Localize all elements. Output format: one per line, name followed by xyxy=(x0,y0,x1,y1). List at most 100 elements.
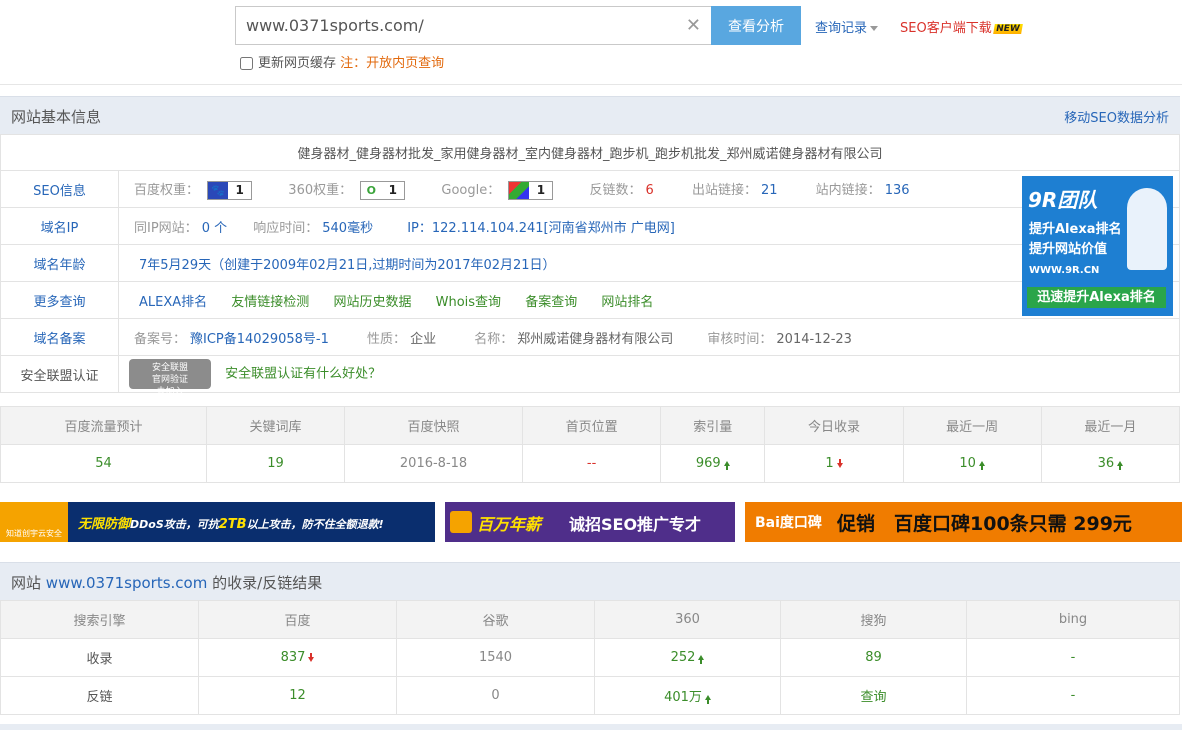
security-benefit-link[interactable]: 安全联盟认证有什么好处？ xyxy=(225,367,381,382)
last-month-text: 36 xyxy=(1097,456,1115,471)
friend-link-check-link[interactable]: 友情链接检测 xyxy=(231,295,309,310)
beian-no-label: 备案号： xyxy=(134,331,187,347)
index-count-text: 969 xyxy=(695,456,721,471)
keyword-count-text: 19 xyxy=(267,456,284,471)
site-rank-link[interactable]: 网站排名 xyxy=(601,295,653,310)
9r-team-ad[interactable]: 9R团队 提升Alexa排名 提升网站价值 WWW.9R.CN 迅速提升Alexa… xyxy=(1022,176,1173,316)
refresh-cache-checkbox[interactable] xyxy=(240,57,253,70)
b1-text-a: 无限防御 xyxy=(78,517,131,532)
360-indexed[interactable]: 252 xyxy=(594,638,781,677)
google-backlinks: 0 xyxy=(396,676,595,715)
site-title-row: 健身器材_健身器材批发_家用健身器材_室内健身器材_跑步机_跑步机批发_郑州威诺… xyxy=(0,134,1180,171)
traffic-stats-table: 百度流量预计 关键词库 百度快照 首页位置 索引量 今日收录 最近一周 最近一月… xyxy=(0,406,1181,483)
traffic-estimate-text: 54 xyxy=(95,456,112,471)
arrow-up-icon xyxy=(704,695,711,704)
b1-logo-text: 知道创宇云安全 xyxy=(6,529,62,538)
same-ip-value[interactable]: 0 个 xyxy=(202,221,227,236)
360-logo-icon: O xyxy=(361,181,382,199)
b2-text-b: 诚招SEO推广专才 xyxy=(569,515,702,534)
baidu-koubei-banner-ad[interactable]: Bai度口碑 促销 百度口碑100条只需 299元 xyxy=(745,502,1182,542)
google-pr-badge[interactable]: 1 xyxy=(508,180,554,200)
domain-age-cell: 7年5月29天（创建于2009年02月21日,过期时间为2017年02月21日） xyxy=(118,244,1180,282)
alexa-rank-link[interactable]: ALEXA排名 xyxy=(139,295,207,310)
domain-age-value[interactable]: 7年5月29天（创建于2009年02月21日,过期时间为2017年02月21日） xyxy=(139,258,556,273)
keyword-count-value[interactable]: 19 xyxy=(205,444,346,483)
360-weight-badge[interactable]: O1 xyxy=(360,180,406,200)
outlinks-value[interactable]: 21 xyxy=(761,183,778,198)
360-backlinks[interactable]: 401万 xyxy=(594,676,781,715)
mobile-seo-link[interactable]: 移动SEO数据分析 xyxy=(1064,107,1169,126)
whois-link[interactable]: Whois查询 xyxy=(436,295,501,310)
person-image xyxy=(1127,188,1167,270)
audit-time-value: 2014-12-23 xyxy=(776,331,852,347)
site-history-link[interactable]: 网站历史数据 xyxy=(333,295,411,310)
arrow-up-icon xyxy=(723,461,730,470)
clear-icon[interactable]: ✕ xyxy=(686,15,701,36)
last-week-value[interactable]: 10 xyxy=(902,444,1042,483)
stats-header: 最近一周 xyxy=(902,406,1042,445)
next-section-header xyxy=(0,724,1182,730)
homepage-position-text: -- xyxy=(586,456,597,471)
stats-header: 最近一月 xyxy=(1040,406,1181,445)
security-seal[interactable]: 安全联盟官网验证未加入 xyxy=(129,359,211,397)
b2-text-a: 百万年薪 xyxy=(477,515,542,534)
360-indexed-text: 252 xyxy=(670,650,696,665)
baidu-indexed[interactable]: 837 xyxy=(198,638,397,677)
result-site-link[interactable]: www.0371sports.com xyxy=(46,574,208,592)
baidu-indexed-text: 837 xyxy=(280,650,306,665)
backlink-row: 反链 12 0 401万 查询 - xyxy=(0,676,1180,715)
bing-indexed: - xyxy=(966,638,1180,677)
360-weight-label: 360权重： xyxy=(288,182,353,198)
sogou-indexed[interactable]: 89 xyxy=(780,638,967,677)
arrow-up-icon xyxy=(698,655,705,664)
analyze-button[interactable]: 查看分析 xyxy=(711,6,801,45)
arrow-up-icon xyxy=(978,461,985,470)
snapshot-date-text: 2016-8-18 xyxy=(399,456,468,471)
result-header-row: 搜索引擎 百度 谷歌 360 搜狗 bing xyxy=(0,600,1180,639)
arrow-down-icon xyxy=(308,653,315,662)
new-badge: NEW xyxy=(992,23,1023,34)
seo-hiring-banner-ad[interactable]: 百万年薪 诚招SEO推广专才 xyxy=(445,502,735,542)
backlinks-label: 反链数： xyxy=(589,182,642,198)
domain-age-row: 域名年龄 7年5月29天（创建于2009年02月21日,过期时间为2017年02… xyxy=(0,244,1180,282)
search-input[interactable] xyxy=(236,7,666,44)
seal-mid-text: 官网验证 xyxy=(151,375,188,385)
inlinks-value[interactable]: 136 xyxy=(885,183,910,198)
last-month-value[interactable]: 36 xyxy=(1040,444,1181,483)
homepage-position-value: -- xyxy=(522,444,662,483)
history-dropdown[interactable]: 查询记录 xyxy=(815,17,879,36)
backlinks-value[interactable]: 6 xyxy=(646,183,654,198)
divider xyxy=(0,84,1182,85)
baidu-weight-badge[interactable]: 🐾 1 xyxy=(207,180,253,200)
beian-query-link[interactable]: 备案查询 xyxy=(525,295,577,310)
seal-bottom-text: 未加入 xyxy=(156,387,184,397)
baidu-paw-icon: 🐾 xyxy=(208,181,229,199)
result-header-cell: 谷歌 xyxy=(396,600,595,639)
result-header-cell: 搜索引擎 xyxy=(0,600,199,639)
result-header-cell: 百度 xyxy=(198,600,397,639)
same-ip-label: 同IP网站： xyxy=(134,220,198,236)
ddos-banner-ad[interactable]: 知道创宇云安全 无限防御DDoS攻击，可抗2TB以上攻击，防不住全额退款! xyxy=(0,502,435,542)
seo-client-download-link[interactable]: SEO客户端下载 NEW xyxy=(900,17,1023,36)
ip-address-link[interactable]: IP：122.114.104.241[河南省郑州市 广电网] xyxy=(407,221,675,236)
bing-backlinks: - xyxy=(966,676,1180,715)
traffic-estimate-value[interactable]: 54 xyxy=(0,444,207,483)
beian-no-value[interactable]: 豫ICP备14029058号-1 xyxy=(190,332,329,347)
search-box: ✕ xyxy=(235,6,712,45)
arrow-up-icon xyxy=(1117,461,1124,470)
seal-top-text: 安全联盟 xyxy=(151,363,188,373)
basic-info-table: 健身器材_健身器材批发_家用健身器材_室内健身器材_跑步机_跑步机批发_郑州威诺… xyxy=(0,134,1180,397)
stats-header-row: 百度流量预计 关键词库 百度快照 首页位置 索引量 今日收录 最近一周 最近一月 xyxy=(0,406,1181,445)
company-name-value: 郑州威诺健身器材有限公司 xyxy=(517,331,674,347)
sogou-backlinks-query[interactable]: 查询 xyxy=(780,676,967,715)
today-indexed-value[interactable]: 1 xyxy=(764,444,904,483)
history-label: 查询记录 xyxy=(815,21,868,36)
result-header-cell: 360 xyxy=(594,600,781,639)
google-indexed: 1540 xyxy=(396,638,595,677)
result-title-suffix: 的收录/反链结果 xyxy=(212,574,323,592)
seo-info-row: SEO信息 百度权重： 🐾 1 360权重： O1 Google： 1 反链数： 6… xyxy=(0,170,1180,208)
index-count-value[interactable]: 969 xyxy=(660,444,766,483)
domain-age-label: 域名年龄 xyxy=(0,244,119,282)
google-pr-value: 1 xyxy=(536,183,546,197)
baidu-backlinks[interactable]: 12 xyxy=(198,676,397,715)
